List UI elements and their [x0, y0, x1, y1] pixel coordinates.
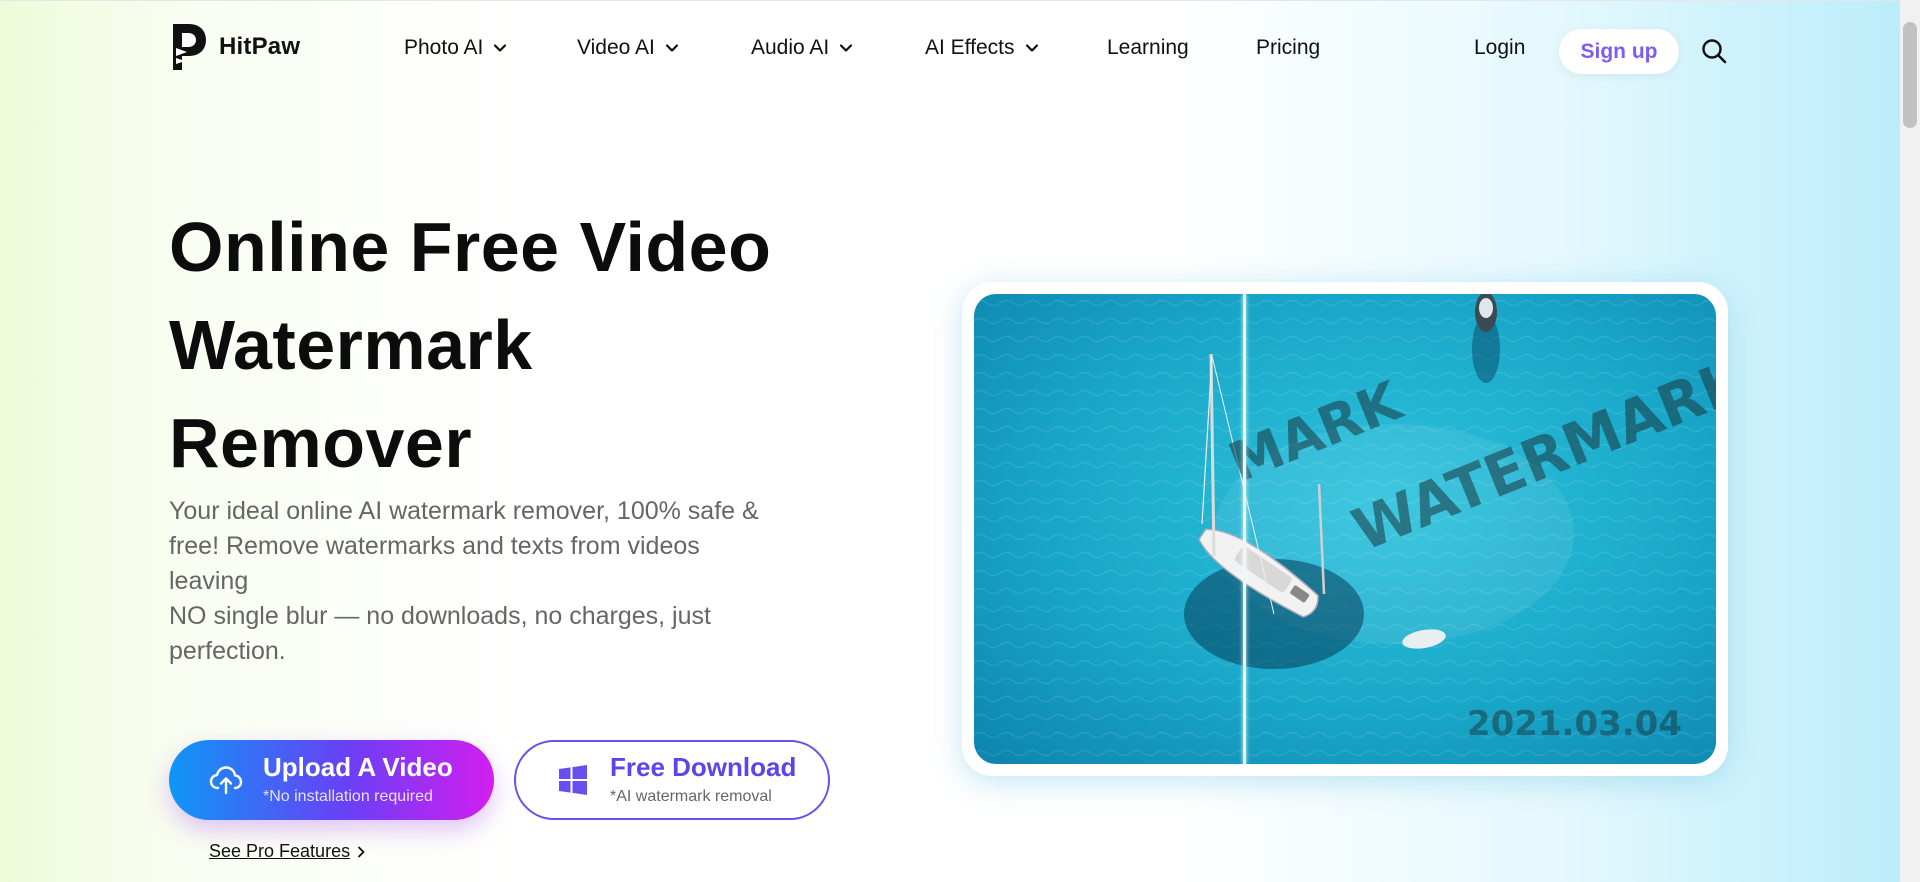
- nav-pricing[interactable]: Pricing: [1256, 36, 1320, 60]
- description-line: free! Remove watermarks and texts from v…: [169, 532, 700, 560]
- pro-link-label: See Pro Features: [209, 841, 351, 861]
- nav-video-ai[interactable]: Video AI: [577, 36, 679, 60]
- brand-name: HitPaw: [219, 33, 301, 60]
- upload-button-text: Upload A Video *No installation required: [263, 752, 453, 808]
- title-line: Watermark: [169, 306, 533, 384]
- brand-logo[interactable]: HitPaw: [169, 22, 300, 72]
- hitpaw-logo-icon: [173, 24, 206, 70]
- signup-button[interactable]: Sign up: [1559, 29, 1679, 74]
- nav-pricing-label: Pricing: [1256, 36, 1321, 59]
- search-icon[interactable]: [1701, 38, 1727, 64]
- nav-audio-ai-label: Audio AI: [751, 36, 830, 59]
- before-after-preview-card: MARK WATERMARK 2021.03.04: [962, 282, 1728, 776]
- nav-learning-label: Learning: [1107, 36, 1189, 59]
- chevron-down-icon: [840, 44, 853, 52]
- free-download-button[interactable]: Free Download *AI watermark removal: [514, 740, 830, 820]
- download-button-label: Free Download: [610, 752, 797, 782]
- chevron-down-icon: [494, 44, 507, 52]
- cloud-upload-icon: [209, 766, 243, 795]
- upload-button-sublabel: *No installation required: [263, 788, 433, 805]
- description-line: leaving: [169, 567, 249, 595]
- description-line: Your ideal online AI watermark remover, …: [169, 497, 759, 525]
- scrollbar-thumb[interactable]: [1903, 22, 1917, 128]
- nav-video-ai-label: Video AI: [577, 36, 655, 59]
- see-pro-features-link[interactable]: See Pro Features: [209, 841, 366, 862]
- title-line: Remover: [169, 404, 473, 482]
- chevron-right-icon: [358, 846, 365, 857]
- sailboat-aerial-image: [974, 294, 1716, 764]
- page-title: Online Free Video Watermark Remover: [169, 198, 869, 492]
- download-button-sublabel: *AI watermark removal: [610, 788, 772, 805]
- description-line: NO single blur — no downloads, no charge…: [169, 602, 711, 630]
- login-link[interactable]: Login: [1474, 36, 1525, 60]
- preview-image: MARK WATERMARK 2021.03.04: [974, 294, 1716, 764]
- page-scrollbar[interactable]: [1900, 0, 1920, 882]
- download-button-text: Free Download *AI watermark removal: [610, 752, 796, 808]
- description-line: perfection.: [169, 637, 286, 665]
- nav-ai-effects[interactable]: AI Effects: [925, 36, 1039, 60]
- hero-description: Your ideal online AI watermark remover, …: [169, 494, 869, 669]
- nav-learning[interactable]: Learning: [1107, 36, 1189, 60]
- windows-icon: [559, 765, 587, 795]
- watermark-date: 2021.03.04: [1466, 704, 1682, 744]
- top-navigation: HitPaw Photo AI Video AI Audio AI AI Eff…: [0, 0, 1900, 100]
- nav-photo-ai[interactable]: Photo AI: [404, 36, 507, 60]
- upload-button-label: Upload A Video: [263, 752, 453, 782]
- signup-button-label: Sign up: [1580, 39, 1658, 63]
- chevron-down-icon: [1025, 44, 1038, 52]
- chevron-down-icon: [665, 44, 678, 52]
- nav-audio-ai[interactable]: Audio AI: [751, 36, 853, 60]
- upload-video-button[interactable]: Upload A Video *No installation required: [169, 740, 494, 820]
- title-line: Online Free Video: [169, 208, 772, 286]
- comparison-divider[interactable]: [1243, 294, 1246, 764]
- nav-ai-effects-label: AI Effects: [925, 36, 1015, 59]
- nav-photo-ai-label: Photo AI: [404, 36, 484, 59]
